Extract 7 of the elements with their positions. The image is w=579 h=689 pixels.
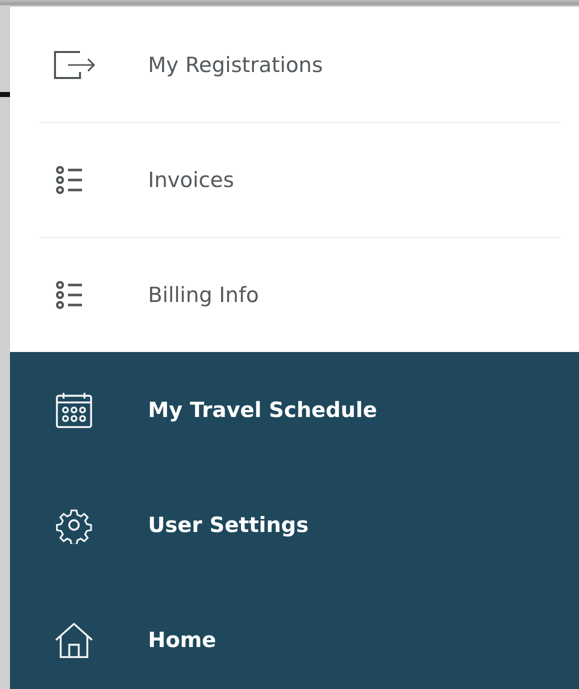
menu-item[interactable]: Billing Info [10, 237, 579, 352]
edge-mark [0, 92, 10, 97]
menu-item[interactable]: Home [10, 582, 579, 689]
menu-item[interactable]: My Travel Schedule [10, 352, 579, 467]
menu-item[interactable]: User Settings [10, 467, 579, 582]
menu-item[interactable]: My Registrations [10, 7, 579, 122]
menu-item[interactable]: Invoices [10, 122, 579, 237]
